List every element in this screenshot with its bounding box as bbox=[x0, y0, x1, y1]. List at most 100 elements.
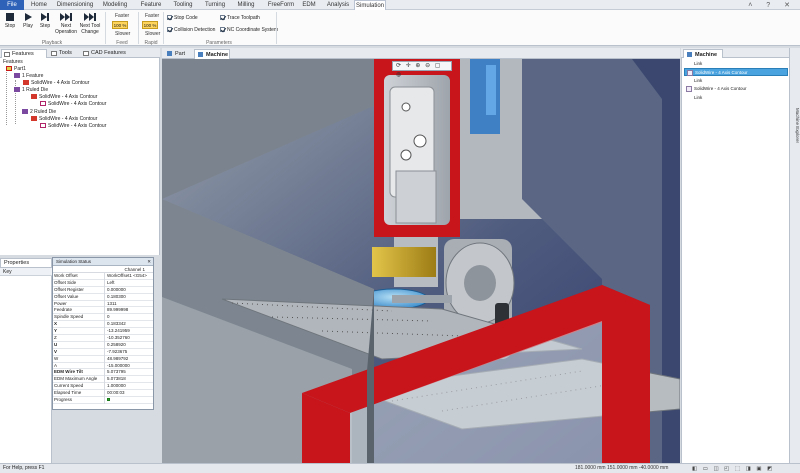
tab-cad-features[interactable]: CAD Features bbox=[81, 49, 133, 58]
menu-freeform[interactable]: FreeForm bbox=[266, 0, 296, 10]
tree-part[interactable]: Part1 bbox=[6, 66, 26, 72]
status-row-value: Left bbox=[104, 279, 154, 287]
status-row: A -15.000000 bbox=[53, 362, 154, 370]
menu-edm[interactable]: EDM bbox=[300, 0, 318, 10]
tree-item-label: SolidWire - 4 Axis Contour bbox=[39, 116, 98, 122]
tab-properties[interactable]: Properties bbox=[0, 258, 52, 268]
trace-toolpath-checkbox[interactable]: Trace Toolpath bbox=[220, 15, 260, 22]
workpiece-arm bbox=[392, 295, 452, 303]
tree-item[interactable]: 2 Ruled Die bbox=[22, 109, 56, 115]
tab-machine[interactable]: Machine bbox=[194, 49, 230, 59]
tree-root-features[interactable]: Features bbox=[3, 59, 23, 65]
machine-list-item[interactable]: SolidWire - 4 Axis Contour bbox=[684, 68, 788, 76]
play-button[interactable]: Play bbox=[21, 12, 35, 30]
part-view-icon bbox=[167, 51, 172, 56]
tree-item[interactable]: 1 Feature bbox=[14, 73, 43, 79]
tree-item[interactable]: 1 Ruled Die bbox=[14, 87, 48, 93]
tab-features[interactable]: Features bbox=[1, 49, 47, 58]
machine-viewport[interactable] bbox=[162, 59, 680, 463]
machine-explorer-side-label[interactable]: Machine Explorer bbox=[791, 108, 800, 143]
window-controls[interactable]: ˄ ? ✕ bbox=[748, 1, 796, 9]
tree-item-label: 1 Ruled Die bbox=[22, 87, 49, 93]
menu-turning[interactable]: Turning bbox=[202, 0, 228, 10]
status-row-key: Y bbox=[54, 328, 58, 334]
status-row-key: U bbox=[54, 341, 58, 347]
pulley-lower bbox=[400, 149, 412, 161]
step-button[interactable]: Step bbox=[38, 12, 52, 30]
operation-icon bbox=[40, 101, 46, 106]
tree-item[interactable]: SolidWire - 4 Axis Contour bbox=[31, 94, 97, 100]
tree-item[interactable]: SolidWire - 4 Axis Contour bbox=[23, 80, 89, 86]
tab-cad-features-label: CAD Features bbox=[91, 50, 126, 56]
stop-code-checkbox[interactable]: Stop Code bbox=[167, 15, 198, 22]
menu-modeling[interactable]: Modeling bbox=[100, 0, 130, 10]
tree-item-label: SolidWire - 4 Axis Contour bbox=[48, 101, 107, 107]
next-tool-change-label: Next Tool Change bbox=[79, 23, 101, 35]
status-row: Offset Register 0.000000 bbox=[53, 286, 154, 294]
machine-tab-icon bbox=[687, 52, 692, 57]
status-row: Feedrate 89.999998 bbox=[53, 307, 153, 315]
menu-feature[interactable]: Feature bbox=[138, 0, 164, 10]
close-icon[interactable]: ✕ bbox=[147, 258, 151, 266]
feed-slower-button[interactable]: Slower bbox=[115, 31, 130, 37]
status-row-key: A bbox=[54, 362, 58, 368]
collision-detection-checkbox[interactable]: Collision Detection bbox=[167, 27, 215, 34]
status-row-value: -13.241959 bbox=[104, 328, 154, 336]
status-row-value: WorkOffset1 <G54> bbox=[104, 273, 154, 280]
tab-tools[interactable]: Tools bbox=[49, 49, 79, 58]
tree-item[interactable]: SolidWire - 4 Axis Contour bbox=[31, 116, 97, 122]
machine-list-item-label: SolidWire - 4 Axis Contour bbox=[695, 70, 748, 75]
features-tab-icon bbox=[4, 52, 10, 57]
status-row: U 0.258920 bbox=[53, 341, 154, 349]
next-operation-button[interactable]: Next Operation bbox=[54, 12, 78, 35]
status-row-key: EDM Maximum Angle bbox=[54, 376, 98, 382]
menu-tooling[interactable]: Tooling bbox=[170, 0, 196, 10]
stop-button[interactable]: Stop bbox=[3, 12, 17, 30]
status-row-value: -15.000000 bbox=[104, 362, 154, 370]
tree-item[interactable]: SolidWire - 4 Axis Contour bbox=[40, 123, 106, 129]
feed-faster-button[interactable]: Faster bbox=[115, 13, 129, 19]
menu-home[interactable]: Home bbox=[28, 0, 50, 10]
status-help: For Help, press F1 bbox=[3, 465, 45, 471]
status-row-value: -7.923675 bbox=[104, 348, 154, 356]
rotary-hub bbox=[464, 265, 496, 301]
tab-part-label: Part bbox=[175, 51, 186, 57]
menu-milling[interactable]: Milling bbox=[234, 0, 258, 10]
tools-tab-icon bbox=[51, 51, 57, 56]
rapid-faster-button[interactable]: Faster bbox=[145, 13, 159, 19]
status-row-value: 48.989792 bbox=[104, 355, 154, 363]
door-frame-right bbox=[602, 285, 650, 463]
nc-coordinate-system-checkbox[interactable]: NC Coordinate System bbox=[220, 27, 278, 34]
feature-tree: Features Part1 1 Feature SolidWire - 4 A… bbox=[0, 58, 160, 255]
simulation-status-title[interactable]: Simulation Status ✕ bbox=[53, 258, 153, 266]
machine-list-item[interactable]: SolidWire - 4 Axis Contour bbox=[684, 85, 788, 93]
next-tool-change-button[interactable]: Next Tool Change bbox=[78, 12, 102, 35]
tree-item-label: SolidWire - 4 Axis Contour bbox=[48, 123, 107, 129]
status-coordinates: 181.0000 mm 151.0000 mm -40.0000 mm bbox=[575, 465, 669, 471]
status-row: Z -10.352760 bbox=[53, 335, 153, 342]
viewport-toolbar[interactable]: ⟳ ✛ ⊕ ⊖ ▢ ◍ bbox=[392, 61, 452, 78]
machine-explorer-panel: Link SolidWire - 4 Axis Contour Link Sol… bbox=[681, 58, 789, 463]
status-row-value: 0.258920 bbox=[104, 341, 154, 349]
status-row: Elapsed Time 00:00:03 bbox=[53, 390, 153, 398]
status-icons[interactable]: ◧ ▭ ◫ ◰ ⬚ ◨ ▣ ◩ bbox=[692, 465, 774, 473]
tree-item[interactable]: SolidWire - 4 Axis Contour bbox=[40, 101, 106, 107]
collision-detection-label: Collision Detection bbox=[174, 27, 216, 33]
blue-panel-light bbox=[486, 65, 496, 115]
status-row-value: 0.000000 bbox=[104, 286, 154, 294]
machine-list-item[interactable]: Link bbox=[684, 94, 788, 102]
machine-list-item[interactable]: Link bbox=[684, 77, 788, 85]
menu-analysis[interactable]: Analysis bbox=[324, 0, 352, 10]
machine-list-item[interactable]: Link bbox=[684, 60, 788, 68]
status-row-value: -10.352760 bbox=[104, 335, 154, 342]
status-row-key: X bbox=[54, 321, 58, 327]
rapid-percent[interactable]: 100 % bbox=[142, 21, 158, 29]
menu-file[interactable]: File bbox=[0, 0, 24, 10]
check-icon bbox=[220, 27, 225, 32]
tab-part[interactable]: Part bbox=[164, 49, 192, 59]
status-row-key: Offset Side bbox=[54, 279, 77, 285]
feed-percent[interactable]: 100 % bbox=[112, 21, 128, 29]
menu-dimensioning[interactable]: Dimensioning bbox=[56, 0, 94, 10]
rapid-slower-button[interactable]: Slower bbox=[145, 31, 160, 37]
playback-group-label: Playback bbox=[41, 40, 63, 46]
